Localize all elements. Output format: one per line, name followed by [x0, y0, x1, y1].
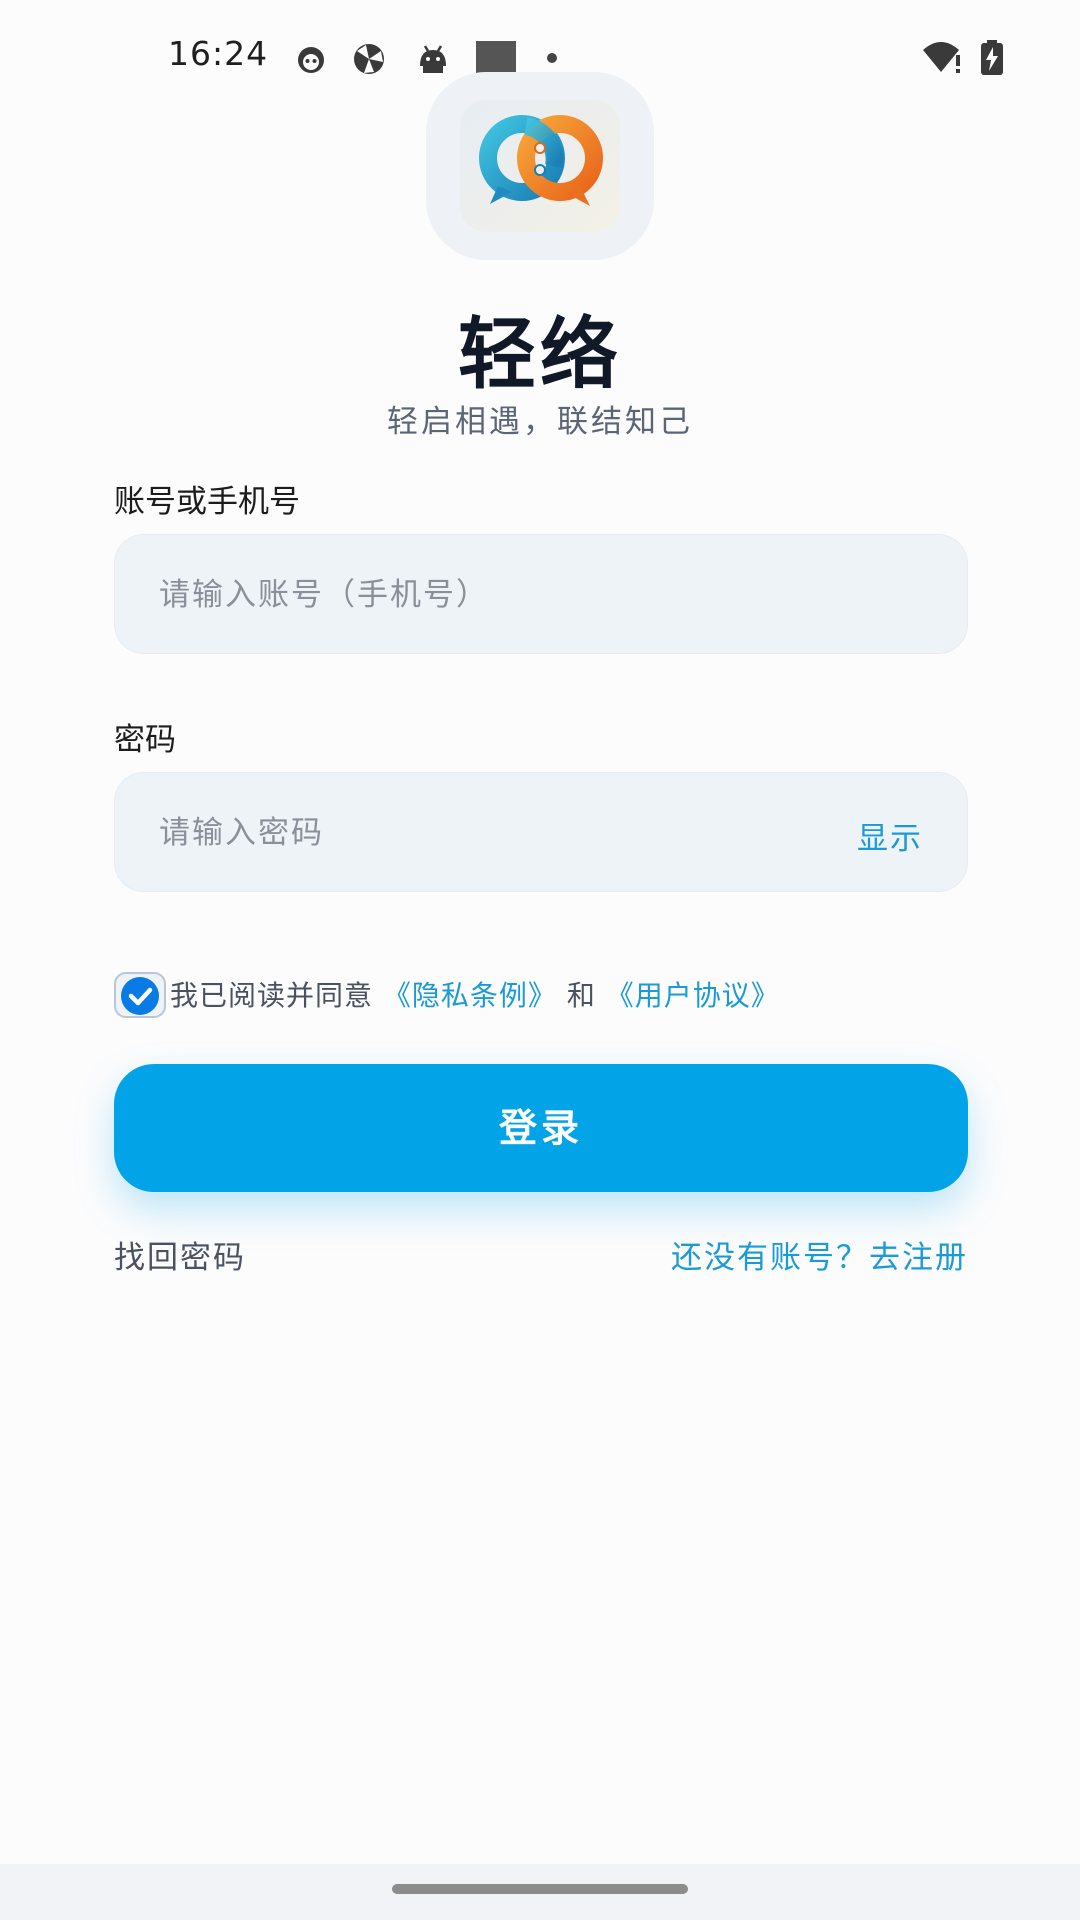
- agreement-prefix: 我已阅读并同意: [170, 979, 374, 1012]
- wifi-alert-icon: [923, 42, 960, 73]
- show-password-toggle[interactable]: 显示: [857, 813, 923, 858]
- user-agreement-link[interactable]: 《用户协议》: [606, 979, 780, 1012]
- register-link[interactable]: 还没有账号？去注册: [671, 1232, 968, 1277]
- cat-face-icon: [298, 47, 324, 73]
- account-input-container: [114, 534, 968, 655]
- android-icon: [420, 45, 446, 73]
- infinity-chat-logo-icon: [460, 100, 620, 232]
- password-label: 密码: [114, 722, 176, 758]
- agreement-row: 我已阅读并同意 《隐私条例》 和 《用户协议》: [114, 972, 974, 1020]
- app-name: 轻络: [457, 310, 622, 400]
- agreement-text: 我已阅读并同意 《隐私条例》 和 《用户协议》: [170, 974, 780, 1014]
- home-indicator[interactable]: [392, 1884, 688, 1894]
- forgot-password-link[interactable]: 找回密码: [114, 1232, 246, 1277]
- login-button[interactable]: 登录: [114, 1064, 968, 1192]
- aperture-icon: [354, 44, 384, 74]
- password-input[interactable]: [157, 773, 841, 893]
- app-slogan: 轻启相遇，联结知己: [387, 404, 693, 440]
- agreement-checkbox[interactable]: [114, 972, 166, 1018]
- status-time: 16:24: [168, 34, 269, 73]
- check-icon: [121, 977, 159, 1015]
- dot-icon: [547, 53, 557, 63]
- account-label: 账号或手机号: [114, 484, 300, 520]
- account-input[interactable]: [157, 535, 841, 655]
- navigation-bar: [0, 1864, 1080, 1920]
- battery-charging-icon: [981, 40, 1003, 75]
- agreement-conjunction: 和: [566, 979, 596, 1012]
- password-input-container: 显示: [114, 772, 968, 893]
- app-logo-container: [426, 72, 654, 260]
- login-screen: 16:24 轻络 轻启相遇，联结知己 账号或手机号 请输入账号（手机号） 密码 …: [0, 0, 1080, 1920]
- privacy-policy-link[interactable]: 《隐私条例》: [383, 979, 557, 1012]
